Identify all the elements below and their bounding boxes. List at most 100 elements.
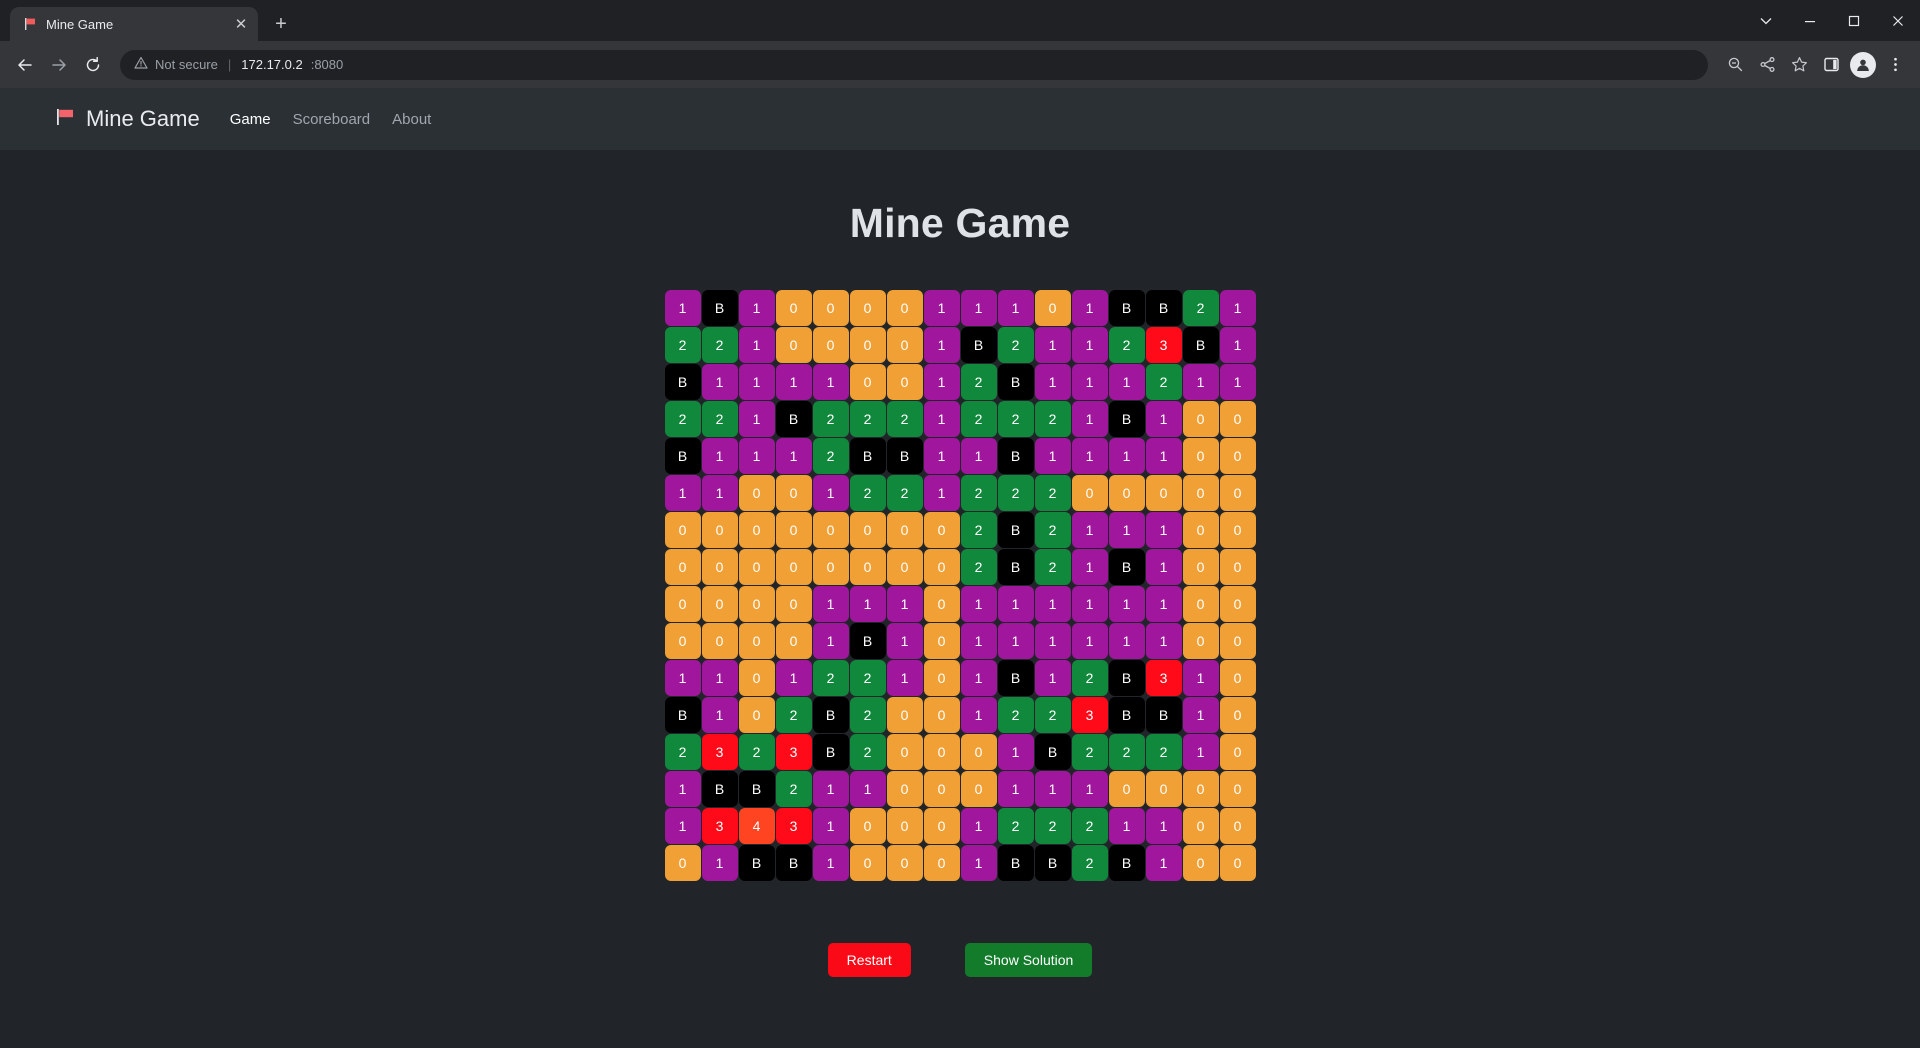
- board-cell[interactable]: 1: [664, 660, 701, 696]
- board-cell[interactable]: 1: [701, 364, 738, 400]
- board-cell[interactable]: 1: [738, 290, 775, 326]
- board-cell[interactable]: 1: [812, 771, 849, 807]
- board-cell[interactable]: 0: [664, 512, 701, 548]
- board-cell[interactable]: 1: [1219, 364, 1256, 400]
- board-cell[interactable]: 1: [664, 771, 701, 807]
- board-cell[interactable]: 0: [1145, 771, 1182, 807]
- board-cell[interactable]: 1: [923, 401, 960, 437]
- board-cell[interactable]: 0: [701, 549, 738, 585]
- board-cell[interactable]: 0: [886, 845, 923, 881]
- board-cell[interactable]: 0: [812, 549, 849, 585]
- board-cell[interactable]: 1: [1108, 586, 1145, 622]
- board-cell[interactable]: B: [1108, 845, 1145, 881]
- board-cell[interactable]: 0: [923, 771, 960, 807]
- board-cell[interactable]: B: [997, 364, 1034, 400]
- board-cell[interactable]: 1: [738, 438, 775, 474]
- board-cell[interactable]: 1: [1034, 771, 1071, 807]
- board-cell[interactable]: 2: [960, 549, 997, 585]
- board-cell[interactable]: 0: [1219, 549, 1256, 585]
- board-cell[interactable]: 1: [923, 438, 960, 474]
- board-cell[interactable]: 1: [1034, 327, 1071, 363]
- board-cell[interactable]: 1: [1219, 290, 1256, 326]
- board-cell[interactable]: 0: [1182, 401, 1219, 437]
- board-cell[interactable]: 1: [1071, 327, 1108, 363]
- reload-icon[interactable]: [78, 50, 108, 80]
- board-cell[interactable]: 2: [886, 401, 923, 437]
- board-cell[interactable]: 2: [664, 327, 701, 363]
- board-cell[interactable]: 2: [1145, 734, 1182, 770]
- board-cell[interactable]: 2: [960, 512, 997, 548]
- board-cell[interactable]: 0: [1219, 660, 1256, 696]
- nav-link-about[interactable]: About: [392, 111, 431, 128]
- board-cell[interactable]: 1: [701, 697, 738, 733]
- board-cell[interactable]: 2: [849, 475, 886, 511]
- forward-icon[interactable]: [44, 50, 74, 80]
- board-cell[interactable]: 0: [923, 586, 960, 622]
- board-cell[interactable]: 3: [775, 808, 812, 844]
- new-tab-button[interactable]: +: [266, 9, 296, 39]
- board-cell[interactable]: 0: [1219, 771, 1256, 807]
- close-icon[interactable]: ✕: [232, 15, 250, 33]
- board-cell[interactable]: 1: [997, 734, 1034, 770]
- board-cell[interactable]: 1: [1034, 438, 1071, 474]
- board-cell[interactable]: 0: [849, 549, 886, 585]
- board-cell[interactable]: 2: [664, 401, 701, 437]
- board-cell[interactable]: 0: [923, 734, 960, 770]
- board-cell[interactable]: 0: [849, 808, 886, 844]
- board-cell[interactable]: 0: [775, 512, 812, 548]
- board-cell[interactable]: 2: [812, 401, 849, 437]
- board-cell[interactable]: 0: [849, 327, 886, 363]
- board-cell[interactable]: 0: [1219, 697, 1256, 733]
- board-cell[interactable]: 1: [1145, 512, 1182, 548]
- board-cell[interactable]: 0: [1108, 475, 1145, 511]
- board-cell[interactable]: 2: [849, 697, 886, 733]
- board-cell[interactable]: 0: [775, 549, 812, 585]
- board-cell[interactable]: 1: [849, 771, 886, 807]
- board-cell[interactable]: 1: [1108, 512, 1145, 548]
- board-cell[interactable]: 1: [960, 623, 997, 659]
- board-cell[interactable]: 2: [1034, 401, 1071, 437]
- board-cell[interactable]: 1: [960, 290, 997, 326]
- board-cell[interactable]: 0: [738, 512, 775, 548]
- board-cell[interactable]: 1: [812, 364, 849, 400]
- board-cell[interactable]: 1: [1182, 364, 1219, 400]
- board-cell[interactable]: 1: [1034, 623, 1071, 659]
- board-cell[interactable]: 2: [1034, 475, 1071, 511]
- board-cell[interactable]: 0: [886, 697, 923, 733]
- board-cell[interactable]: 1: [960, 697, 997, 733]
- tab-search-dropdown-button[interactable]: [1744, 0, 1788, 41]
- board-cell[interactable]: 0: [775, 327, 812, 363]
- board-cell[interactable]: B: [997, 512, 1034, 548]
- board-cell[interactable]: 0: [923, 623, 960, 659]
- board-cell[interactable]: 2: [997, 475, 1034, 511]
- board-cell[interactable]: 1: [701, 845, 738, 881]
- board-cell[interactable]: 0: [1182, 623, 1219, 659]
- board-cell[interactable]: 0: [812, 327, 849, 363]
- board-cell[interactable]: 1: [1145, 549, 1182, 585]
- board-cell[interactable]: 0: [1219, 512, 1256, 548]
- board-cell[interactable]: 1: [1071, 290, 1108, 326]
- board-cell[interactable]: B: [1145, 697, 1182, 733]
- board-cell[interactable]: 1: [664, 290, 701, 326]
- board-cell[interactable]: 1: [1182, 697, 1219, 733]
- board-cell[interactable]: B: [664, 364, 701, 400]
- zoom-out-icon[interactable]: [1720, 50, 1750, 80]
- profile-avatar-icon[interactable]: [1848, 50, 1878, 80]
- board-cell[interactable]: 2: [849, 660, 886, 696]
- board-cell[interactable]: 1: [738, 364, 775, 400]
- board-cell[interactable]: B: [775, 401, 812, 437]
- board-cell[interactable]: 0: [812, 512, 849, 548]
- board-cell[interactable]: 2: [812, 660, 849, 696]
- board-cell[interactable]: 1: [886, 660, 923, 696]
- board-cell[interactable]: 2: [849, 734, 886, 770]
- board-cell[interactable]: 2: [812, 438, 849, 474]
- board-cell[interactable]: 1: [923, 364, 960, 400]
- board-cell[interactable]: 0: [775, 586, 812, 622]
- board-cell[interactable]: 0: [738, 549, 775, 585]
- board-cell[interactable]: 1: [960, 808, 997, 844]
- board-cell[interactable]: 2: [1034, 808, 1071, 844]
- board-cell[interactable]: 0: [1219, 586, 1256, 622]
- back-icon[interactable]: [10, 50, 40, 80]
- board-cell[interactable]: 2: [775, 697, 812, 733]
- board-cell[interactable]: 3: [1145, 327, 1182, 363]
